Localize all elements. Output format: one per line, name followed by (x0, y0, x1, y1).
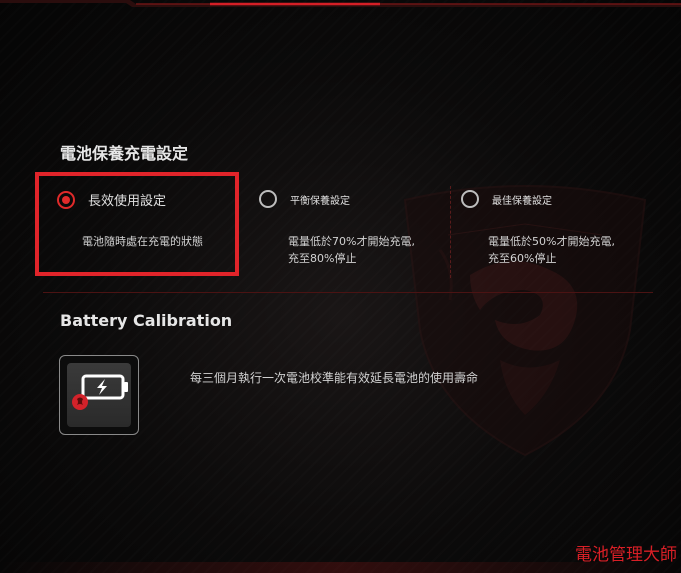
option-balanced-desc-line-2: 充至80%停止 (288, 252, 357, 265)
option-long-life-label: 長效使用設定 (88, 194, 167, 209)
option-optimal-description: 電量低於50%才開始充電, 充至60%停止 (488, 233, 615, 267)
option-long-life[interactable]: 長效使用設定 (57, 190, 166, 209)
option-optimal-label: 最佳保養設定 (492, 195, 552, 207)
dragon-shield-watermark-icon (403, 185, 647, 457)
option-optimal[interactable]: 最佳保養設定 (461, 190, 552, 208)
selected-option-highlight (35, 172, 239, 276)
option-long-life-desc-line: 電池隨時處在充電的狀態 (82, 235, 203, 248)
option-divider (450, 186, 451, 278)
battery-calibration-title: Battery Calibration (60, 311, 233, 330)
battery-tile-face (67, 363, 131, 427)
radio-long-life[interactable] (57, 190, 75, 209)
top-accent-bar (0, 0, 681, 7)
option-balanced-description: 電量低於70%才開始充電, 充至80%停止 (288, 233, 415, 267)
radio-balanced[interactable] (259, 190, 277, 208)
option-optimal-desc-line-1: 電量低於50%才開始充電, (488, 235, 615, 248)
section-divider (43, 292, 653, 293)
battery-charging-icon (72, 374, 128, 410)
battery-calibration-button[interactable] (59, 355, 139, 435)
battery-calibration-description: 每三個月執行一次電池校準能有效延長電池的使用壽命 (190, 371, 479, 385)
option-balanced[interactable]: 平衡保養設定 (259, 190, 350, 208)
option-balanced-desc-line-1: 電量低於70%才開始充電, (288, 235, 415, 248)
app-brand-title: 電池管理大師 (575, 545, 677, 565)
option-long-life-description: 電池隨時處在充電的狀態 (82, 233, 203, 250)
option-balanced-label: 平衡保養設定 (290, 195, 350, 207)
charge-settings-title: 電池保養充電設定 (60, 144, 189, 163)
option-optimal-desc-line-2: 充至60%停止 (488, 252, 557, 265)
radio-optimal[interactable] (461, 190, 479, 208)
